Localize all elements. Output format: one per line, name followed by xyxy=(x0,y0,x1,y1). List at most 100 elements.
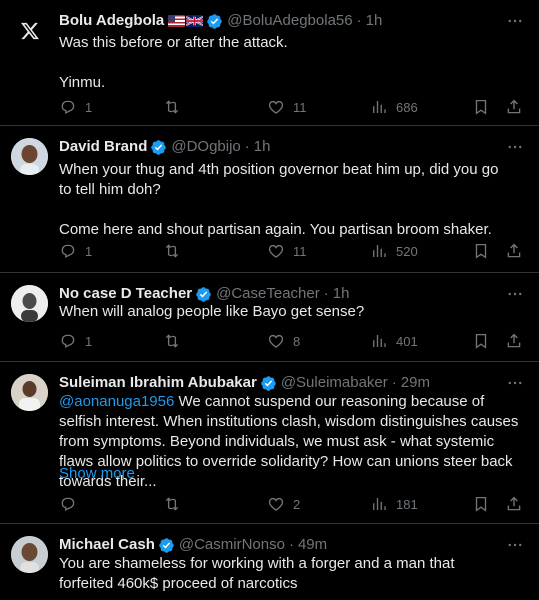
views-button[interactable]: 686 xyxy=(370,98,418,116)
retweet-button[interactable] xyxy=(163,495,189,513)
tweet-header: Suleiman Ibrahim Abubakar @Suleimabaker … xyxy=(59,373,499,393)
avatar[interactable] xyxy=(11,285,48,322)
tweet-time[interactable]: 1h xyxy=(366,11,383,31)
author-handle[interactable]: @CaseTeacher xyxy=(216,284,320,304)
separator-dot: · xyxy=(323,285,329,302)
reply-icon xyxy=(61,244,75,258)
views-button[interactable]: 401 xyxy=(370,332,418,350)
show-more-link[interactable]: Show more xyxy=(59,464,135,484)
tweet-time[interactable]: 1h xyxy=(254,137,271,157)
tweet-time[interactable]: 1h xyxy=(333,284,350,304)
bar-chart-icon xyxy=(373,335,386,347)
share-button[interactable] xyxy=(505,332,523,350)
author-handle[interactable]: @CasmirNonso xyxy=(179,535,285,555)
like-button[interactable]: 2 xyxy=(267,495,300,513)
share-icon xyxy=(507,243,521,258)
retweet-icon xyxy=(165,497,179,511)
avatar[interactable] xyxy=(11,12,48,49)
share-button[interactable] xyxy=(505,242,523,260)
reply-button[interactable]: 1 xyxy=(59,242,92,260)
reply-button[interactable]: 1 xyxy=(59,98,92,116)
reply-count: 1 xyxy=(85,99,93,115)
retweet-icon xyxy=(165,334,179,348)
reply-button[interactable]: 1 xyxy=(59,332,92,350)
tweet-text: When will analog people like Bayo get se… xyxy=(59,302,515,322)
share-icon xyxy=(507,496,521,511)
avatar[interactable] xyxy=(11,374,48,411)
bookmark-button[interactable] xyxy=(472,332,490,350)
retweet-button[interactable] xyxy=(163,332,189,350)
heart-icon xyxy=(268,497,284,511)
bookmark-button[interactable] xyxy=(472,495,490,513)
author-name[interactable]: Bolu Adegbola xyxy=(59,11,164,31)
tweet[interactable]: Suleiman Ibrahim Abubakar @Suleimabaker … xyxy=(0,362,539,524)
author-handle[interactable]: @DOgbijo xyxy=(171,137,240,157)
more-options-icon[interactable] xyxy=(505,137,525,157)
verified-badge-icon xyxy=(195,286,212,303)
tweet-line: Yinmu. xyxy=(59,74,106,91)
share-icon xyxy=(507,333,521,348)
tweet[interactable]: David Brand @DOgbijo · 1h When your thug… xyxy=(0,126,539,273)
like-button[interactable]: 11 xyxy=(267,98,307,116)
author-name[interactable]: No case D Teacher xyxy=(59,284,192,304)
author-name[interactable]: David Brand xyxy=(59,137,147,157)
user-avatar-photo xyxy=(11,374,48,411)
like-count: 8 xyxy=(293,333,301,349)
author-name[interactable]: Michael Cash xyxy=(59,535,155,555)
mention-link[interactable]: @aonanuga1956 xyxy=(59,393,174,410)
tweet-actions: 1 11 686 xyxy=(59,97,524,117)
reply-button[interactable] xyxy=(59,495,85,513)
share-button[interactable] xyxy=(505,495,523,513)
bookmark-icon xyxy=(475,99,487,115)
like-button[interactable]: 8 xyxy=(267,332,300,350)
tweet-time[interactable]: 49m xyxy=(298,535,327,555)
tweet-line: When will analog people like Bayo get se… xyxy=(59,303,365,320)
tweet-line: Was this before or after the attack. xyxy=(59,34,288,51)
like-button[interactable]: 11 xyxy=(267,242,307,260)
tweet-line: Come here and shout partisan again. You … xyxy=(59,221,492,238)
share-icon xyxy=(507,99,521,114)
share-button[interactable] xyxy=(505,98,523,116)
avatar[interactable] xyxy=(11,138,48,175)
reply-icon xyxy=(61,100,75,114)
reply-count: 1 xyxy=(85,243,93,259)
view-count: 181 xyxy=(396,496,418,512)
x-logo-icon xyxy=(20,22,39,39)
more-options-icon[interactable] xyxy=(505,373,525,393)
tweet-line: When your thug and 4th position governor… xyxy=(59,161,499,198)
separator-dot: · xyxy=(391,374,397,391)
tweet-text: You are shameless for working with a for… xyxy=(59,554,499,594)
tweet-actions: 1 8 401 xyxy=(59,331,524,351)
view-count: 401 xyxy=(396,333,418,349)
views-button[interactable]: 181 xyxy=(370,495,418,513)
tweet-time[interactable]: 29m xyxy=(401,373,430,393)
bookmark-button[interactable] xyxy=(472,242,490,260)
tweet-header: Bolu Adegbola @BoluAdegbola56 · 1h xyxy=(59,11,499,31)
more-options-icon[interactable] xyxy=(505,535,525,555)
bar-chart-icon xyxy=(373,245,386,257)
retweet-button[interactable] xyxy=(163,242,189,260)
retweet-icon xyxy=(165,100,179,114)
uk-flag-icon xyxy=(186,15,204,27)
bookmark-button[interactable] xyxy=(472,98,490,116)
more-options-icon[interactable] xyxy=(505,11,525,31)
tweet-text: When your thug and 4th position governor… xyxy=(59,160,515,240)
more-options-icon[interactable] xyxy=(505,284,525,304)
tweet-actions: 1 11 520 xyxy=(59,241,524,261)
tweet[interactable]: No case D Teacher @CaseTeacher · 1h When… xyxy=(0,273,539,362)
reply-count: 1 xyxy=(85,333,93,349)
like-count: 11 xyxy=(293,99,307,115)
retweet-button[interactable] xyxy=(163,98,189,116)
author-handle[interactable]: @BoluAdegbola56 xyxy=(227,11,352,31)
reply-icon xyxy=(61,334,75,348)
tweet[interactable]: Bolu Adegbola @BoluAdegbola56 · 1h Was t… xyxy=(0,0,539,126)
views-button[interactable]: 520 xyxy=(370,242,418,260)
author-handle[interactable]: @Suleimabaker xyxy=(281,373,388,393)
tweet-line-gap xyxy=(59,200,515,220)
tweet[interactable]: Michael Cash @CasmirNonso · 49m You are … xyxy=(0,524,539,600)
avatar[interactable] xyxy=(11,536,48,573)
author-name[interactable]: Suleiman Ibrahim Abubakar xyxy=(59,373,257,393)
tweet-header: Michael Cash @CasmirNonso · 49m xyxy=(59,535,499,555)
tweet-header: No case D Teacher @CaseTeacher · 1h xyxy=(59,284,499,304)
reply-icon xyxy=(61,497,75,511)
